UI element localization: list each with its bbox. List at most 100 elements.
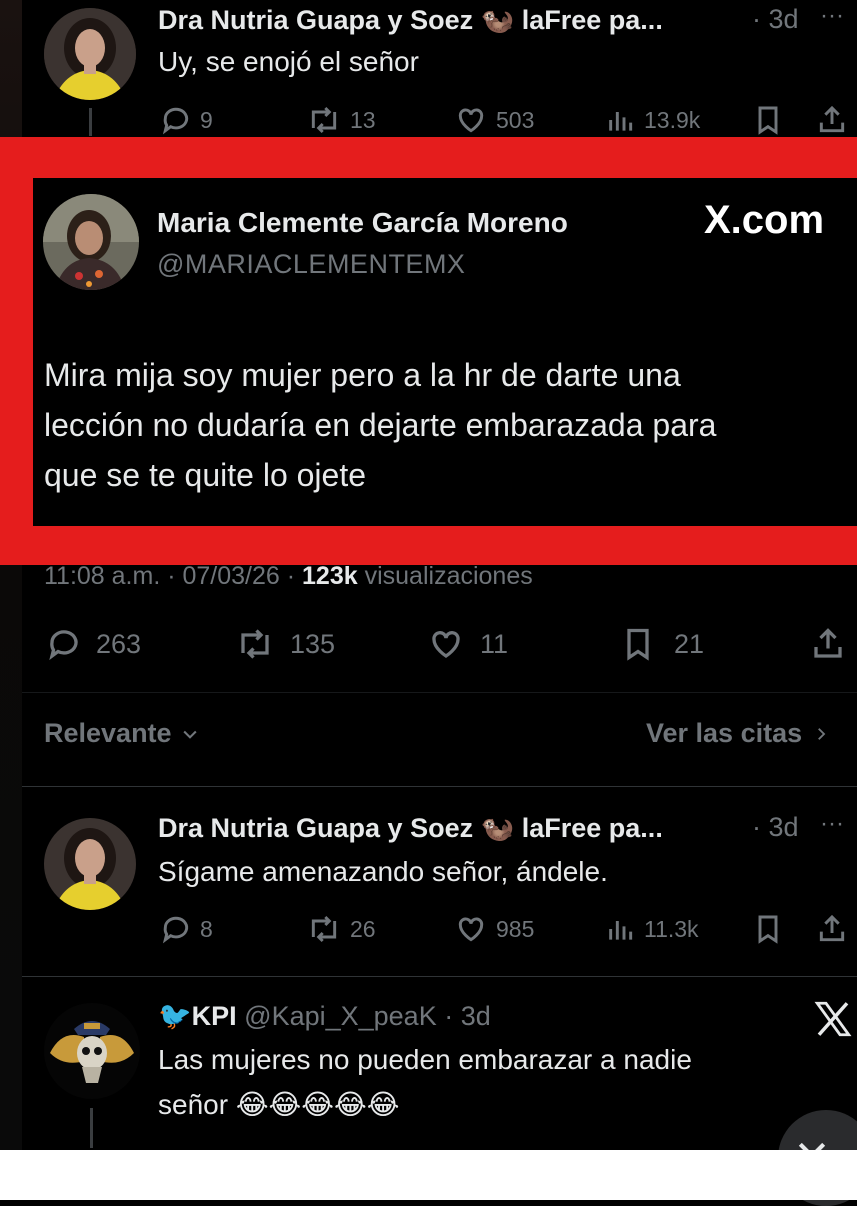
avatar-portrait-icon — [44, 818, 136, 910]
x-logo-svg-icon — [814, 1001, 852, 1037]
views-bar-chart-icon — [609, 921, 633, 940]
tweet3-time: · 3d — [444, 1001, 491, 1031]
thread-line-3 — [90, 1108, 93, 1148]
retweet-count: 13 — [350, 106, 376, 133]
tweet1-bookmark-button[interactable] — [752, 104, 784, 136]
author-name: Dra Nutria Guapa y Soez — [158, 5, 474, 35]
laughing-emoji-icons: 😂😂😂😂😂 — [235, 1089, 400, 1120]
bookmark-count: 21 — [674, 628, 705, 659]
meta-views-count: 123k — [302, 562, 358, 584]
avatar-portrait-icon — [44, 8, 136, 100]
quoted-author-handle[interactable]: @MARIACLEMENTEMX — [157, 249, 465, 280]
sort-divider — [22, 786, 857, 787]
share-icon — [819, 105, 845, 133]
tweet2-divider — [22, 976, 857, 977]
like-count: 985 — [496, 915, 535, 942]
citas-label: Ver las citas — [646, 718, 803, 748]
bookmark-icon — [758, 106, 778, 135]
share-icon — [814, 628, 842, 658]
author-handle: @Kapi_X_peaK — [244, 1001, 437, 1031]
x-logo-icon — [812, 998, 854, 1045]
views-count: 13.9k — [644, 106, 701, 133]
tweet2-like-button[interactable]: 985 — [454, 913, 534, 945]
like-count: 11 — [480, 628, 509, 659]
otter-emoji-icon: 🦦 — [480, 5, 515, 35]
tweet2-share-button[interactable] — [816, 913, 848, 945]
tweet1-text: Uy, se enojó el señor — [158, 46, 419, 77]
sort-relevante-dropdown[interactable]: Relevante — [44, 718, 200, 749]
sort-label: Relevante — [44, 718, 172, 748]
bookmark-icon — [758, 915, 778, 944]
views-count: 11.3k — [644, 915, 699, 942]
bookmark-icon — [627, 628, 649, 661]
heart-icon — [458, 108, 484, 133]
tweet1-share-button[interactable] — [816, 104, 848, 136]
avatar-nutria-1[interactable] — [44, 8, 136, 100]
author-name: Dra Nutria Guapa y Soez — [158, 813, 474, 843]
reply-count: 263 — [96, 628, 142, 659]
quoted-share-button[interactable] — [810, 626, 846, 662]
reply-count: 8 — [200, 915, 213, 942]
more-options-icon[interactable]: ··· — [820, 810, 844, 838]
tweet3-author[interactable]: 🐦KPI @Kapi_X_peaK · 3d — [158, 1000, 491, 1032]
tweet3-text-word: señor — [158, 1089, 229, 1120]
tweet2-reply-button[interactable]: 8 — [160, 913, 213, 945]
more-options-icon[interactable]: ··· — [820, 2, 844, 30]
tweet2-time: · 3d — [752, 812, 799, 842]
quoted-like-button[interactable]: 11 — [426, 626, 508, 662]
tweet2-author[interactable]: Dra Nutria Guapa y Soez 🦦 laFree pa... — [158, 812, 663, 844]
retweet-count: 135 — [290, 628, 336, 659]
quoted-author-name[interactable]: Maria Clemente García Moreno — [157, 207, 568, 239]
bird-icon: 🐦 — [158, 1001, 192, 1031]
tweet1-retweet-button[interactable]: 13 — [306, 104, 376, 136]
x-com-brand-label: X.com — [704, 198, 825, 242]
meta-timestamp: 11:08 a.m. · 07/03/26 · — [44, 562, 303, 584]
tweet1-time: · 3d — [752, 4, 799, 34]
skull-emblem-avatar-icon — [44, 1003, 140, 1099]
chevron-right-icon — [818, 727, 826, 740]
author-name-suffix: laFree pa... — [521, 813, 663, 843]
heart-icon — [432, 631, 460, 658]
tweet3-text-line-2: señor 😂😂😂😂😂 — [158, 1088, 399, 1121]
tweet1-reply-button[interactable]: 9 — [160, 104, 213, 136]
tweet1-author[interactable]: Dra Nutria Guapa y Soez 🦦 laFree pa... — [158, 4, 663, 36]
quoted-text-line-3: que se te quite lo ojete — [44, 457, 367, 493]
quoted-reply-button[interactable]: 263 — [46, 626, 141, 662]
reply-icon — [162, 916, 189, 944]
reply-count: 9 — [200, 106, 213, 133]
retweet-count: 26 — [350, 915, 376, 942]
reply-icon — [162, 107, 189, 135]
chevron-down-icon — [183, 730, 197, 739]
author-name: KPI — [191, 1001, 237, 1031]
quoted-retweet-button[interactable]: 135 — [234, 626, 335, 662]
views-bar-chart-icon — [609, 112, 633, 131]
author-name-suffix: laFree pa... — [521, 5, 663, 35]
quoted-meta-line: 11:08 a.m. · 07/03/26 · 123k visualizaci… — [44, 556, 533, 584]
quoted-bookmark-button[interactable]: 21 — [620, 626, 704, 662]
tweet2-text: Sígame amenazando señor, ándele. — [158, 856, 608, 887]
like-count: 503 — [496, 106, 535, 133]
meta-views-label: visualizaciones — [357, 562, 533, 584]
avatar-nutria-2[interactable] — [44, 818, 136, 910]
quoted-text-line-1: Mira mija soy mujer pero a la hr de dart… — [44, 357, 681, 393]
tweet3-text-line-1: Las mujeres no pueden embarazar a nadie — [158, 1044, 692, 1075]
tweet2-retweet-button[interactable]: 26 — [306, 913, 376, 945]
quoted-tweet-text: Mira mija soy mujer pero a la hr de dart… — [44, 350, 716, 500]
tweet1-views-button[interactable]: 13.9k — [604, 104, 700, 136]
avatar-maria-clemente[interactable] — [43, 194, 139, 290]
heart-icon — [458, 917, 484, 942]
retweet-icon — [311, 915, 337, 943]
reply-icon — [49, 630, 78, 661]
retweet-icon — [311, 106, 337, 134]
retweet-icon — [241, 629, 269, 659]
ver-las-citas-link[interactable]: Ver las citas — [646, 718, 830, 749]
thread-line-1 — [89, 108, 92, 136]
avatar-portrait-icon — [43, 194, 139, 290]
otter-emoji-icon: 🦦 — [480, 813, 515, 843]
tweet1-like-button[interactable]: 503 — [454, 104, 534, 136]
share-icon — [819, 914, 845, 942]
avatar-kpi[interactable] — [44, 1003, 140, 1099]
tweet2-bookmark-button[interactable] — [752, 913, 784, 945]
tweet2-views-button[interactable]: 11.3k — [604, 913, 699, 945]
actions-divider — [22, 692, 857, 693]
